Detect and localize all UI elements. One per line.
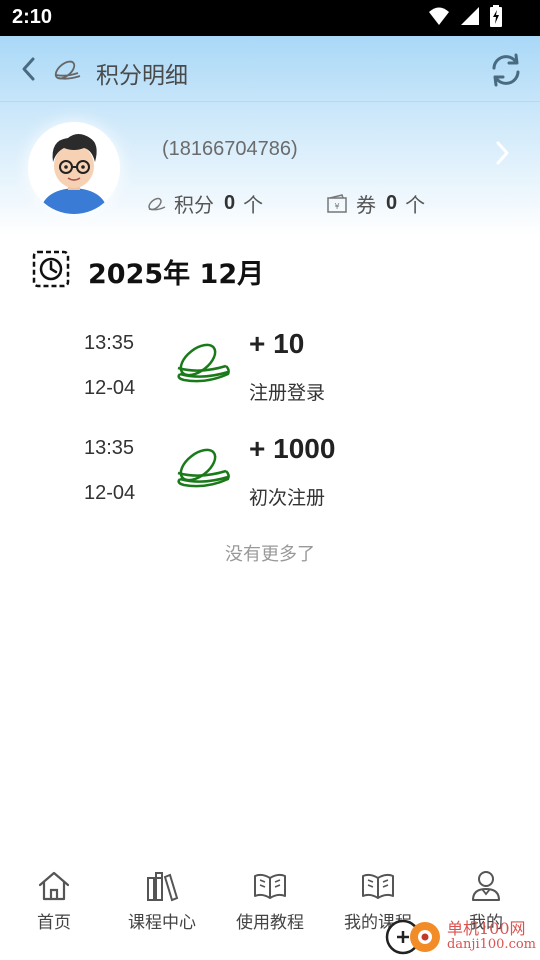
calendar-clock-icon (32, 250, 70, 288)
user-icon (472, 871, 500, 901)
watermark-logo (385, 919, 440, 955)
battery-icon (490, 5, 502, 27)
record-date: 12-04 (84, 482, 136, 504)
status-time: 2:10 (12, 6, 53, 28)
record-date: 12-04 (84, 377, 136, 399)
books-icon (147, 872, 179, 902)
tab-home[interactable]: 首页 (0, 868, 108, 948)
end-of-list-note: 没有更多了 (225, 544, 315, 565)
user-phone: (18166704786) (162, 138, 298, 160)
wifi-icon (429, 7, 449, 25)
avatar-illustration (28, 122, 120, 214)
record-amount: + 1000 (249, 433, 336, 464)
points-value: 0 (224, 192, 236, 214)
coupon-value: 0 (386, 192, 398, 214)
page-title: 积分明细 (96, 63, 188, 89)
record-time: 13:35 (84, 437, 135, 459)
status-icons (428, 5, 502, 27)
watermark-url: danji100.com (446, 937, 536, 952)
record-amount: + 10 (249, 328, 305, 359)
tab-course-center[interactable]: 课程中心 (108, 868, 216, 948)
month-title: 2025年 12月 (88, 259, 265, 290)
coupon-label: 券 (356, 193, 376, 217)
record-time: 13:35 (84, 332, 135, 354)
points-unit: 个 (243, 193, 264, 217)
tab-label: 首页 (37, 913, 71, 933)
chevron-left-icon[interactable] (14, 54, 44, 84)
home-icon (38, 871, 70, 901)
avatar[interactable] (28, 122, 120, 214)
coin-outline-icon (54, 60, 81, 80)
coins-icon (177, 343, 230, 383)
coupon-icon: ¥ (327, 193, 347, 213)
svg-text:¥: ¥ (334, 202, 339, 211)
coupon-unit: 个 (405, 193, 426, 217)
watermark-text: 单机100网 (446, 919, 526, 938)
status-bar: 2:10 (0, 0, 540, 36)
list-item: 13:35 12-04 + 1000 初次注册 (0, 433, 540, 537)
watermark: 单机100网 danji100.com (385, 918, 536, 956)
coins-icon (177, 448, 230, 488)
signal-icon (461, 7, 479, 25)
coupon-stat: ¥ 券 0 个 (326, 189, 425, 218)
nav-bar: 积分明细 (0, 36, 540, 102)
tab-label: 使用教程 (236, 913, 304, 933)
tab-label: 课程中心 (128, 913, 196, 933)
open-book-icon (362, 873, 394, 899)
points-label: 积分 (174, 193, 214, 217)
points-stat: 积分 0 个 (146, 189, 263, 218)
record-description: 注册登录 (249, 382, 326, 404)
chevron-right-icon[interactable] (492, 140, 512, 166)
record-description: 初次注册 (249, 487, 326, 509)
refresh-icon[interactable] (488, 52, 524, 88)
list-item: 13:35 12-04 + 10 注册登录 (0, 328, 540, 432)
tab-tutorial[interactable]: 使用教程 (216, 868, 324, 948)
open-book-icon (254, 873, 286, 899)
coin-outline-icon (148, 197, 166, 210)
